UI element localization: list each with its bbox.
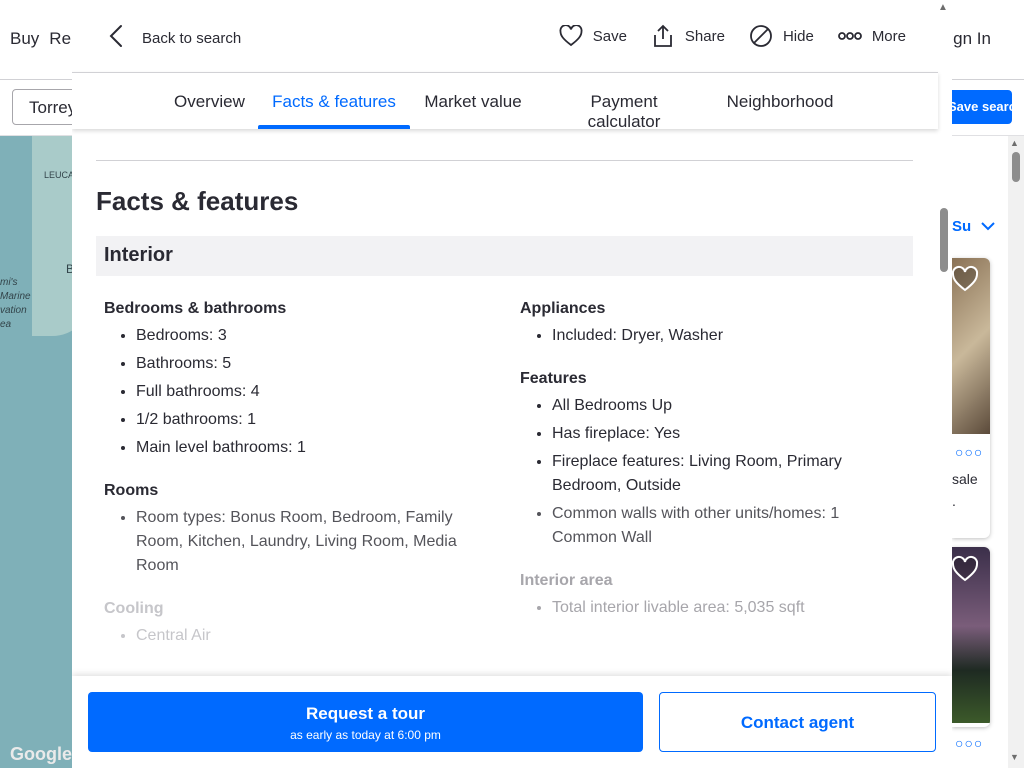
tab-payment-calculator[interactable]: Payment calculator	[552, 73, 696, 131]
map-label: mi's	[0, 277, 18, 288]
group-heading: Bedrooms & bathrooms	[104, 300, 287, 317]
share-icon	[651, 24, 675, 48]
tab-facts-features[interactable]: Facts & features	[258, 73, 410, 129]
interior-subheader: Interior	[96, 236, 913, 276]
more-icon	[837, 31, 862, 41]
heart-icon[interactable]	[950, 264, 980, 294]
list-item: Full bathrooms: 4	[136, 380, 484, 404]
modal-scrollbar[interactable]	[938, 0, 952, 676]
chevron-down-icon	[975, 218, 996, 235]
modal-content: Facts & features Interior Bedrooms & bat…	[72, 129, 938, 676]
section-tabs: Overview Facts & features Market value P…	[72, 72, 938, 131]
back-to-search-button[interactable]: Back to search	[108, 24, 241, 52]
list-item: Central Air	[136, 624, 484, 648]
tab-overview[interactable]: Overview	[174, 73, 245, 129]
more-button[interactable]: More	[837, 22, 906, 50]
map-label: ea	[0, 319, 12, 330]
share-label: Share	[684, 27, 725, 45]
map-label: Marine	[0, 291, 31, 302]
modal-scrollbar-thumb[interactable]	[940, 208, 948, 272]
list-item: Bathrooms: 5	[136, 352, 484, 376]
tab-market-value[interactable]: Market value	[424, 73, 522, 129]
listing-actions: Save Share Hide More	[559, 22, 906, 50]
nav-rent-link[interactable]: Re	[49, 29, 71, 49]
hide-icon	[749, 24, 773, 48]
listing-card[interactable]: sale .	[952, 258, 990, 538]
sort-label: Su	[952, 218, 972, 235]
modal-topbar: Back to search Save Share Hide More	[72, 0, 952, 72]
list-item: Fireplace features: Living Room, Primary…	[552, 450, 900, 498]
group-heading: Rooms	[104, 482, 159, 499]
request-tour-subtitle: as early as today at 6:00 pm	[290, 728, 441, 742]
back-to-search-label: Back to search	[142, 29, 242, 47]
sort-dropdown[interactable]: Su	[952, 218, 996, 235]
list-item: Common walls with other units/homes: 1 C…	[552, 502, 900, 550]
rooms-group: Rooms Room types: Bonus Room, Bedroom, F…	[104, 482, 484, 578]
tab-neighborhood[interactable]: Neighborhood	[725, 73, 835, 129]
interior-area-group: Interior area Total interior livable are…	[520, 572, 900, 620]
chevron-left-icon	[108, 24, 124, 52]
scroll-down-arrow-icon[interactable]: ▼	[1010, 752, 1019, 762]
group-heading: Cooling	[104, 600, 164, 617]
map-label: vation	[0, 305, 27, 316]
results-scrollbar[interactable]	[1008, 136, 1024, 768]
hide-button[interactable]: Hide	[749, 22, 814, 50]
features-group: Features All Bedrooms Up Has fireplace: …	[520, 370, 900, 550]
save-label: Save	[592, 27, 627, 45]
section-title: Facts & features	[96, 186, 299, 216]
heart-icon[interactable]	[950, 554, 980, 584]
group-heading: Interior area	[520, 572, 613, 589]
scroll-up-arrow-icon[interactable]: ▲	[938, 2, 948, 13]
list-item: Has fireplace: Yes	[552, 422, 900, 446]
interior-heading: Interior	[104, 244, 173, 266]
nav-buy-link[interactable]: Buy	[10, 29, 39, 49]
map-view[interactable]: LEUCA Bi mi's Marine vation ea Google	[0, 136, 72, 768]
facts-column-left: Bedrooms & bathrooms Bedrooms: 3 Bathroo…	[104, 300, 484, 670]
more-label: More	[871, 27, 906, 45]
hide-label: Hide	[782, 27, 814, 45]
cooling-group: Cooling Central Air	[104, 600, 484, 648]
section-divider	[96, 160, 913, 161]
results-scrollbar-thumb[interactable]	[1012, 152, 1020, 182]
list-item: Included: Dryer, Washer	[552, 324, 900, 348]
list-item: Bedrooms: 3	[136, 324, 484, 348]
property-details-modal: Back to search Save Share Hide More Over…	[72, 0, 952, 768]
contact-agent-button[interactable]: Contact agent	[659, 692, 936, 752]
request-tour-button[interactable]: Request a tour as early as today at 6:00…	[88, 692, 643, 752]
list-item: Main level bathrooms: 1	[136, 436, 484, 460]
scroll-up-arrow-icon[interactable]: ▲	[1010, 138, 1019, 148]
bedrooms-bathrooms-group: Bedrooms & bathrooms Bedrooms: 3 Bathroo…	[104, 300, 484, 460]
share-button[interactable]: Share	[651, 22, 725, 50]
group-heading: Features	[520, 370, 587, 387]
listing-card-text: sale .	[952, 471, 978, 509]
request-tour-label: Request a tour	[305, 704, 426, 723]
list-item: Room types: Bonus Room, Bedroom, Family …	[136, 506, 484, 578]
list-item: All Bedrooms Up	[552, 394, 900, 418]
facts-column-right: Appliances Included: Dryer, Washer Featu…	[520, 300, 900, 642]
more-options-icon[interactable]: ○○○	[955, 735, 983, 751]
more-options-icon[interactable]: ○○○	[955, 444, 983, 460]
map-label: LEUCA	[44, 170, 72, 180]
list-item: Total interior livable area: 5,035 sqft	[552, 596, 900, 620]
group-heading: Appliances	[520, 300, 606, 317]
appliances-group: Appliances Included: Dryer, Washer	[520, 300, 900, 348]
list-item: 1/2 bathrooms: 1	[136, 408, 484, 432]
map-land	[32, 136, 72, 336]
heart-outline-icon	[559, 25, 583, 47]
modal-footer: Request a tour as early as today at 6:00…	[72, 676, 952, 768]
map-attribution-logo: Google	[10, 744, 72, 764]
site-nav: Buy Re	[10, 29, 71, 49]
save-button[interactable]: Save	[559, 22, 627, 50]
